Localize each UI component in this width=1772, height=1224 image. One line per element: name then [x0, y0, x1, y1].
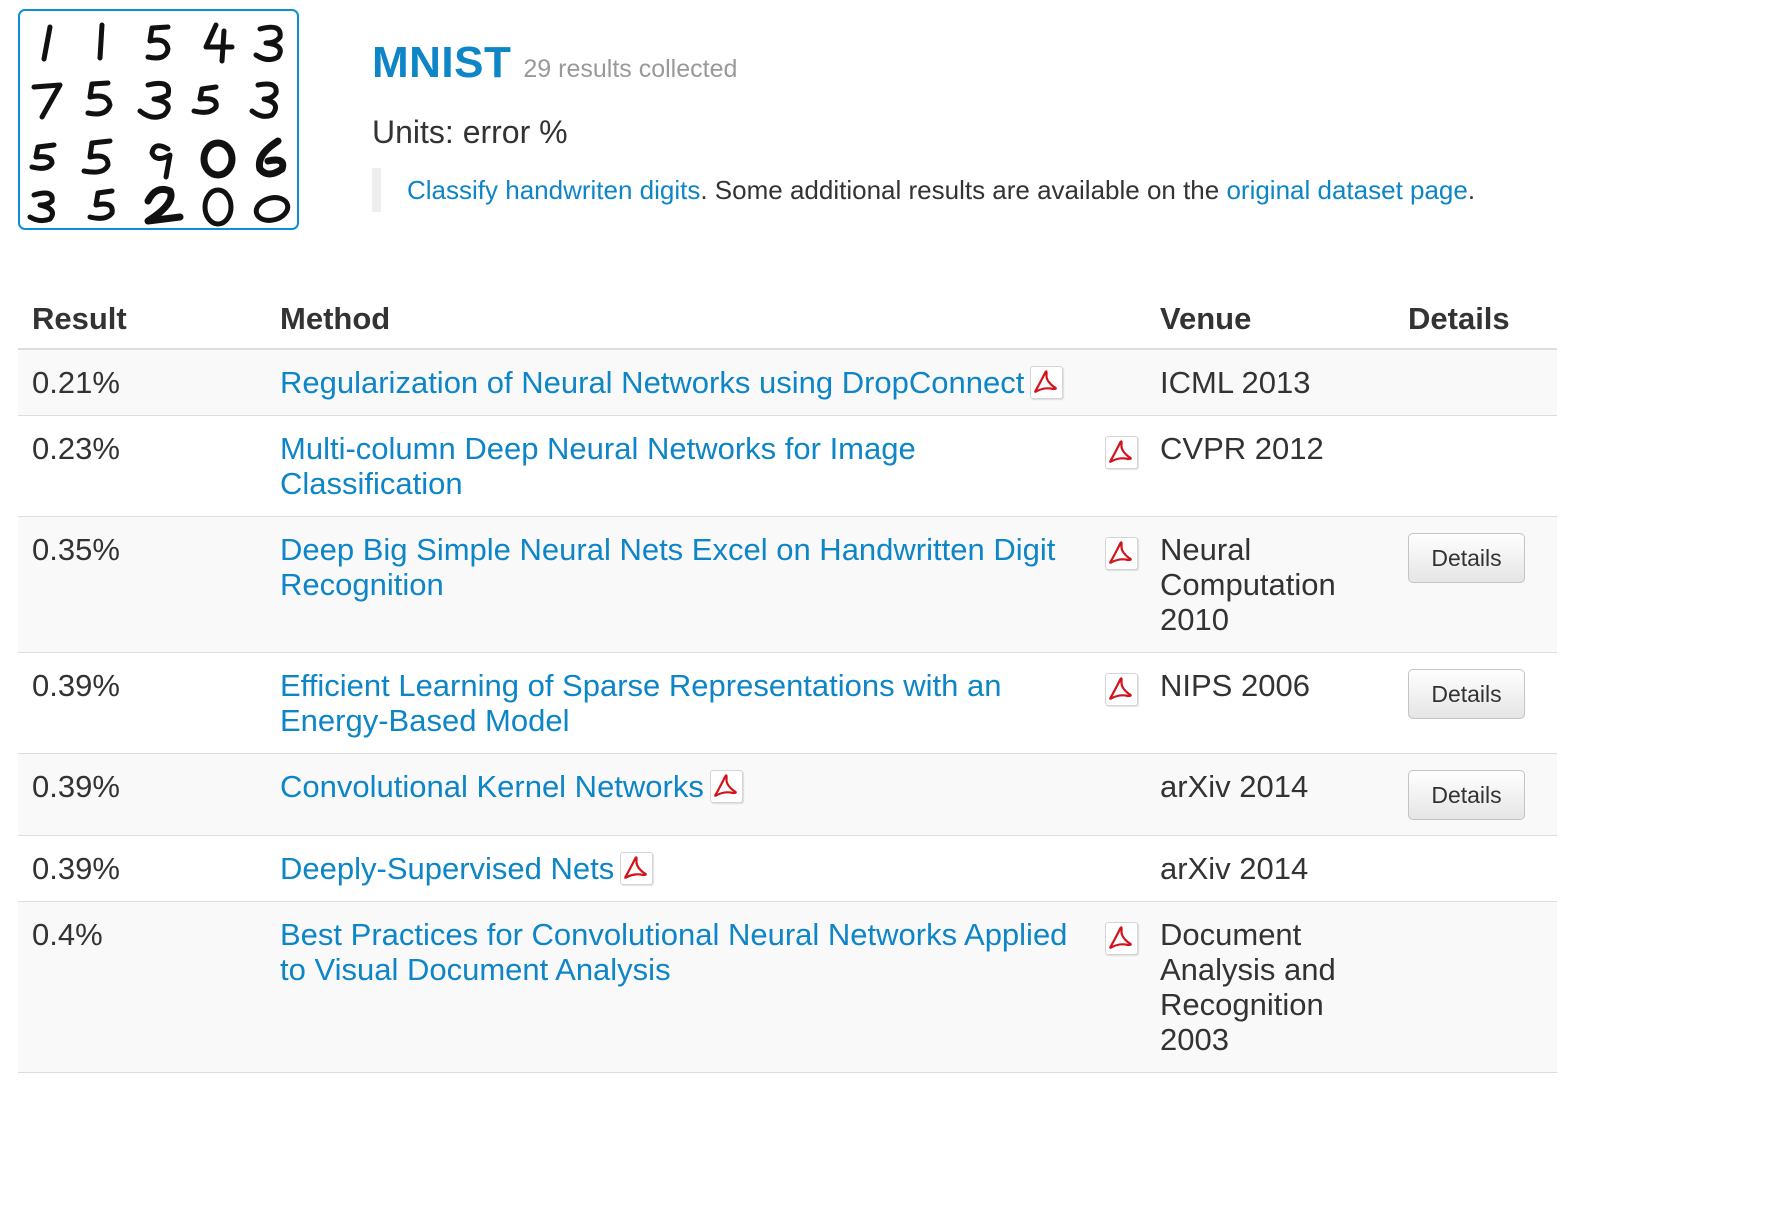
method-link[interactable]: Deeply-Supervised Nets — [280, 851, 614, 886]
header-result[interactable]: Result — [18, 290, 266, 350]
result-value: 0.23% — [18, 415, 266, 517]
pdf-icon[interactable] — [1105, 436, 1138, 469]
method-link[interactable]: Multi-column Deep Neural Networks for Im… — [280, 431, 1080, 501]
table-row: 0.39% Deeply-Supervised Nets arXiv 2014 — [18, 835, 1557, 902]
method-link[interactable]: Efficient Learning of Sparse Representat… — [280, 668, 1080, 738]
table-header-row: Result Method Venue Details — [18, 290, 1557, 350]
mnist-digits-image — [27, 22, 291, 227]
dataset-description: Classify handwriten digits. Some additio… — [372, 168, 1475, 212]
dataset-header: MNIST 29 results collected — [372, 38, 737, 88]
dataset-thumbnail[interactable] — [18, 9, 299, 230]
pdf-icon[interactable] — [1105, 537, 1138, 570]
table-row: 0.21% Regularization of Neural Networks … — [18, 348, 1557, 416]
pdf-icon[interactable] — [709, 770, 743, 803]
details-button[interactable]: Details — [1408, 770, 1525, 820]
description-end: . — [1467, 175, 1476, 205]
details-cell — [1394, 901, 1557, 1073]
result-value: 0.21% — [18, 348, 266, 416]
table-row: 0.39% Efficient Learning of Sparse Repre… — [18, 652, 1557, 754]
pdf-icon[interactable] — [1030, 366, 1064, 399]
result-value: 0.4% — [18, 901, 266, 1073]
details-cell — [1394, 835, 1557, 902]
dataset-title[interactable]: MNIST — [372, 38, 511, 88]
method-link[interactable]: Best Practices for Convolutional Neural … — [280, 917, 1080, 987]
method-cell: Multi-column Deep Neural Networks for Im… — [266, 415, 1146, 517]
result-value: 0.39% — [18, 835, 266, 902]
description-text: . Some additional results are available … — [700, 175, 1227, 205]
details-cell — [1394, 348, 1557, 416]
method-cell: Deeply-Supervised Nets — [266, 835, 1146, 902]
venue: NIPS 2006 — [1146, 652, 1394, 754]
table-row: 0.35% Deep Big Simple Neural Nets Excel … — [18, 516, 1557, 653]
details-cell: Details — [1394, 516, 1557, 653]
result-value: 0.39% — [18, 753, 266, 836]
results-count: 29 results collected — [523, 55, 738, 83]
header-method[interactable]: Method — [266, 290, 1146, 350]
venue: ICML 2013 — [1146, 348, 1394, 416]
pdf-icon[interactable] — [620, 852, 654, 885]
details-cell: Details — [1394, 652, 1557, 754]
pdf-icon[interactable] — [1105, 673, 1138, 706]
method-cell: Convolutional Kernel Networks — [266, 753, 1146, 836]
method-link[interactable]: Regularization of Neural Networks using … — [280, 365, 1024, 400]
method-cell: Deep Big Simple Neural Nets Excel on Han… — [266, 516, 1146, 653]
task-link[interactable]: Classify handwriten digits — [407, 175, 700, 205]
table-row: 0.4% Best Practices for Convolutional Ne… — [18, 901, 1557, 1073]
method-cell: Regularization of Neural Networks using … — [266, 348, 1146, 416]
venue: CVPR 2012 — [1146, 415, 1394, 517]
details-cell: Details — [1394, 753, 1557, 836]
pdf-icon[interactable] — [1105, 922, 1138, 955]
results-table: Result Method Venue Details 0.21% Regula… — [18, 290, 1557, 1073]
header-venue[interactable]: Venue — [1146, 290, 1394, 350]
venue: Document Analysis and Recognition 2003 — [1146, 901, 1394, 1073]
original-dataset-link[interactable]: original dataset page — [1226, 175, 1467, 205]
result-value: 0.35% — [18, 516, 266, 653]
table-row: 0.23% Multi-column Deep Neural Networks … — [18, 415, 1557, 517]
venue: Neural Computation 2010 — [1146, 516, 1394, 653]
units-label: Units: error % — [372, 114, 568, 150]
method-link[interactable]: Deep Big Simple Neural Nets Excel on Han… — [280, 532, 1080, 602]
result-value: 0.39% — [18, 652, 266, 754]
venue: arXiv 2014 — [1146, 835, 1394, 902]
method-link[interactable]: Convolutional Kernel Networks — [280, 769, 704, 804]
method-cell: Best Practices for Convolutional Neural … — [266, 901, 1146, 1073]
venue: arXiv 2014 — [1146, 753, 1394, 836]
details-button[interactable]: Details — [1408, 669, 1525, 719]
table-row: 0.39% Convolutional Kernel Networks arXi… — [18, 753, 1557, 836]
details-cell — [1394, 415, 1557, 517]
method-cell: Efficient Learning of Sparse Representat… — [266, 652, 1146, 754]
header-details: Details — [1394, 290, 1557, 350]
details-button[interactable]: Details — [1408, 533, 1525, 583]
